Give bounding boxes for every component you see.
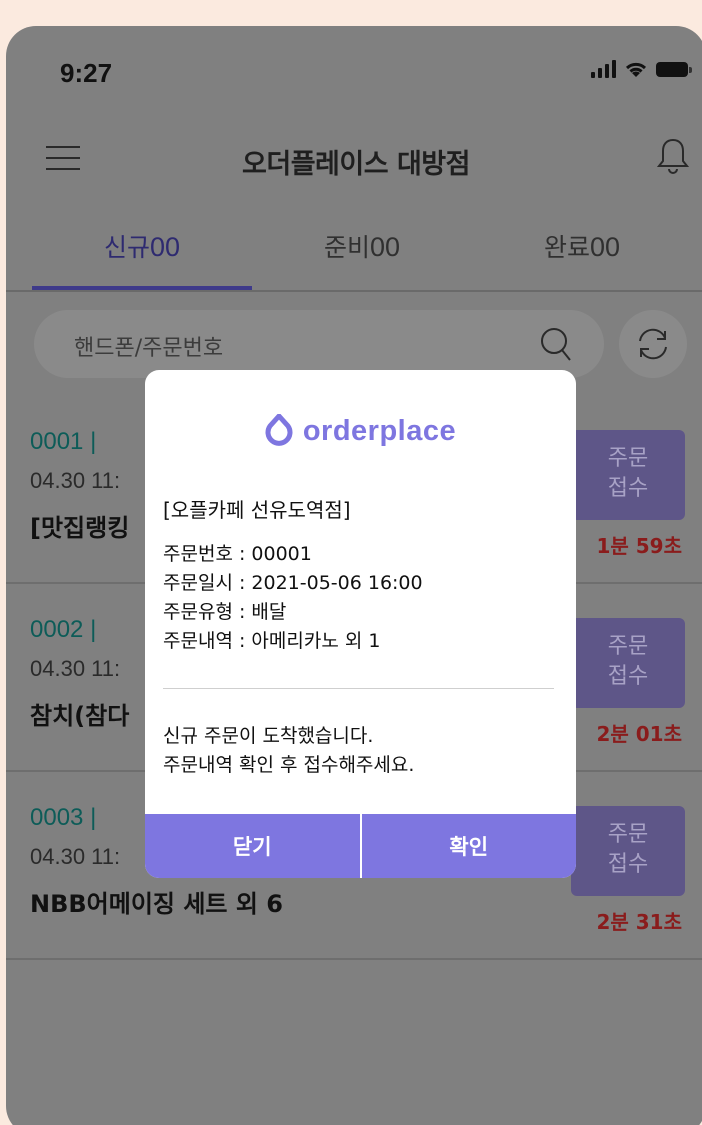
order-id: 0002 |	[30, 616, 97, 643]
search-placeholder: 핸드폰/주문번호	[74, 336, 224, 361]
order-menu: [맛집랭킹	[30, 514, 130, 542]
orderplace-logo-icon	[265, 414, 293, 446]
signal-icon	[591, 60, 616, 78]
search-icon[interactable]	[538, 324, 574, 364]
order-datetime: 주문일시 : 2021-05-06 16:00	[163, 572, 423, 594]
dialog-message-line2: 주문내역 확인 후 접수해주세요.	[163, 754, 415, 776]
elapsed-time: 2분 31초	[596, 910, 682, 934]
order-time: 04.30 11:	[30, 844, 121, 869]
close-button[interactable]: 닫기	[145, 814, 360, 878]
elapsed-time: 1분 59초	[596, 534, 682, 558]
wifi-icon	[625, 62, 647, 77]
tab-completed-label: 완료	[543, 233, 590, 262]
order-menu: 참치(참다	[30, 702, 130, 730]
active-tab-indicator	[32, 286, 252, 290]
dialog-store-name: [오플카페 선유도역점]	[163, 498, 351, 522]
accept-order-button[interactable]: 주문 접수	[571, 806, 685, 896]
confirm-button[interactable]: 확인	[359, 814, 577, 878]
refresh-button[interactable]	[619, 310, 687, 378]
order-id: 0003 |	[30, 804, 97, 831]
elapsed-time: 2분 01초	[596, 722, 682, 746]
store-title: 오더플레이스 대방점	[242, 149, 470, 180]
dialog-message-line1: 신규 주문이 도착했습니다.	[163, 725, 374, 747]
order-id: 0001 |	[30, 428, 97, 455]
tab-preparing-count: 00	[369, 232, 401, 262]
tab-completed[interactable]: 완료00	[472, 228, 692, 264]
bell-icon[interactable]	[656, 136, 690, 176]
status-bar: 9:27	[6, 26, 702, 116]
battery-icon	[656, 61, 692, 77]
status-time: 9:27	[60, 58, 113, 88]
refresh-icon	[639, 328, 667, 360]
dialog-message: 신규 주문이 도착했습니다. 주문내역 확인 후 접수해주세요.	[163, 722, 414, 780]
tab-new-label: 신규	[103, 233, 150, 262]
tab-preparing[interactable]: 준비00	[252, 228, 472, 264]
accept-order-button[interactable]: 주문 접수	[571, 430, 685, 520]
order-items: 주문내역 : 아메리카노 외 1	[163, 630, 381, 652]
orderplace-logo: orderplace	[145, 414, 576, 448]
dialog-divider	[163, 688, 554, 689]
search-input[interactable]: 핸드폰/주문번호	[34, 310, 604, 378]
tab-preparing-label: 준비	[323, 233, 370, 262]
order-time: 04.30 11:	[30, 656, 121, 681]
tab-new-count: 00	[149, 232, 181, 262]
new-order-dialog: orderplace [오플카페 선유도역점] 주문번호 : 00001 주문일…	[145, 370, 576, 878]
tab-completed-count: 00	[589, 232, 621, 262]
order-status-tabs: 신규00 준비00 완료00	[6, 222, 702, 292]
status-icons	[591, 60, 692, 78]
order-type: 주문유형 : 배달	[163, 601, 287, 623]
dialog-actions: 닫기 확인	[145, 814, 576, 878]
order-details: 주문번호 : 00001 주문일시 : 2021-05-06 16:00 주문유…	[163, 540, 423, 656]
order-time: 04.30 11:	[30, 468, 121, 493]
logo-text: orderplace	[302, 414, 457, 447]
accept-order-button[interactable]: 주문 접수	[571, 618, 685, 708]
app-bar: 오더플레이스 대방점	[6, 126, 702, 196]
order-menu: NBB어메이징 세트 외 6	[30, 890, 283, 918]
tab-new[interactable]: 신규00	[32, 228, 252, 264]
order-number: 주문번호 : 00001	[163, 543, 312, 565]
